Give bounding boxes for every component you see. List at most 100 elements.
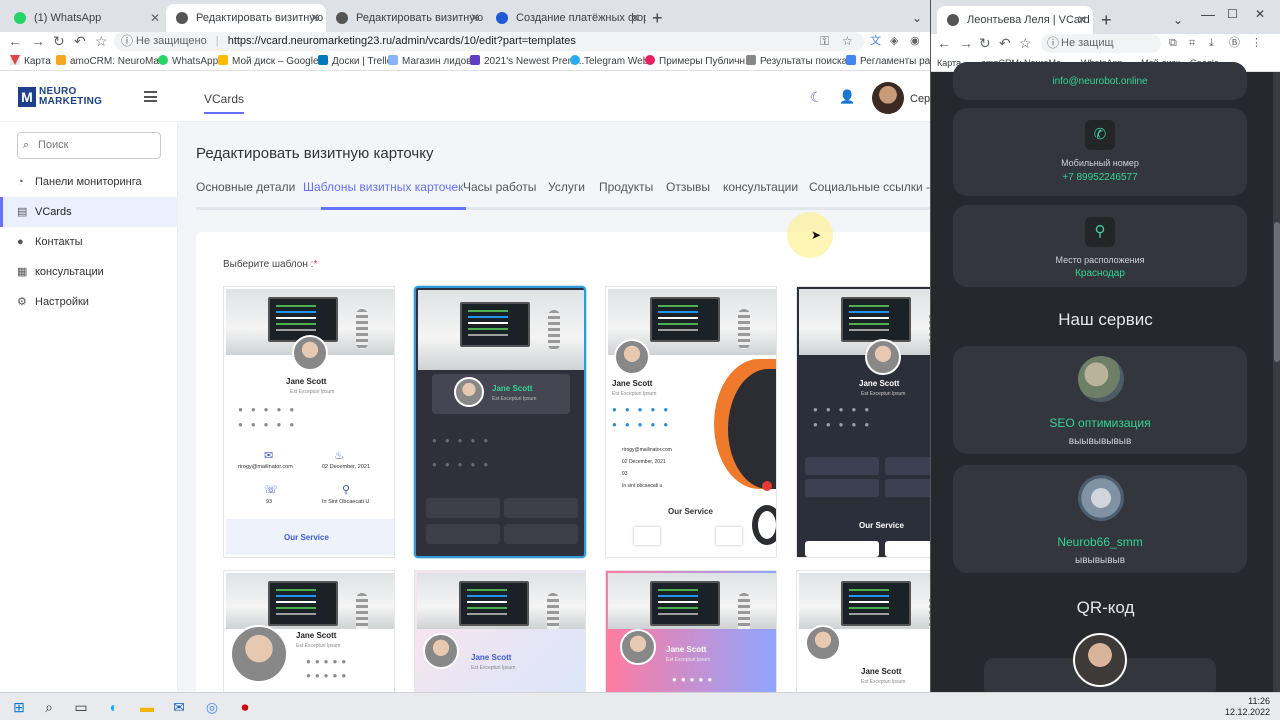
search-input[interactable]: ⌕ Поиск: [17, 132, 161, 159]
sidebar-item-settings[interactable]: ⚙ Настройки: [0, 287, 177, 317]
recorder-icon[interactable]: ⏺: [236, 698, 254, 716]
extensions-icon[interactable]: ⧉: [1169, 34, 1177, 52]
top-nav-vcards[interactable]: VCards: [204, 92, 245, 114]
bookmark-item[interactable]: WhatsApp: [158, 55, 218, 69]
bookmark-item[interactable]: Мой диск – Google...: [218, 55, 327, 69]
template-card-7[interactable]: Jane Scott Est Excepturi Ipsum ●●●●●: [605, 570, 777, 692]
close-icon[interactable]: ✕: [310, 4, 320, 32]
sidebar-item-vcards[interactable]: ▤ VCards: [0, 197, 177, 227]
location-value[interactable]: Краснодар: [953, 268, 1247, 279]
tab-hours[interactable]: Часы работы: [463, 180, 536, 194]
bookmark-item[interactable]: 2021's Newest Prem...: [470, 55, 584, 69]
template-card-6[interactable]: Jane Scott Est Excepturi Ipsum: [414, 570, 586, 692]
address-bar[interactable]: ⓘ Не защищ: [1041, 34, 1161, 53]
info-icon[interactable]: ⓘ: [1047, 34, 1059, 53]
user-check-icon[interactable]: 👤: [839, 89, 855, 105]
email-value[interactable]: info@neurobot.online: [953, 76, 1247, 87]
tab-reviews[interactable]: Отзывы: [666, 180, 710, 194]
file-explorer-icon[interactable]: ▬: [138, 698, 156, 716]
logo[interactable]: M NEURO MARKETING: [18, 87, 102, 109]
task-view-icon[interactable]: ▭: [72, 698, 90, 716]
translate-icon[interactable]: 文: [870, 32, 881, 50]
phone-value[interactable]: +7 89952246577: [953, 172, 1247, 183]
edge-icon[interactable]: ◐: [105, 698, 123, 716]
new-tab-button[interactable]: +: [1101, 6, 1112, 34]
tab-whatsapp[interactable]: (1) WhatsApp ✕: [4, 4, 166, 32]
tab-vcard-preview[interactable]: Леонтьева Леля | VCard Neuro ✕: [937, 6, 1093, 34]
bookmark-item[interactable]: Примеры Публичн...: [645, 55, 753, 69]
tab-yookassa[interactable]: Создание платёжных форм ЮК ✕: [486, 4, 646, 32]
service-card-2[interactable]: Neurob66_smm ывывывыв: [953, 465, 1247, 573]
address-bar[interactable]: ⓘ Не защищено | https://vcard.neuromarke…: [114, 32, 864, 51]
scrollbar[interactable]: [1273, 72, 1280, 692]
key-icon[interactable]: ⚿: [820, 32, 829, 51]
download-icon[interactable]: ⤓: [1209, 34, 1214, 52]
service-card-1[interactable]: SEO оптимизация выывывывыв: [953, 346, 1247, 454]
tab-templates[interactable]: Шаблоны визитных карточек: [303, 180, 463, 194]
extension-icon[interactable]: ◈: [890, 32, 898, 50]
tab-services[interactable]: Услуги: [548, 180, 585, 194]
forward-icon[interactable]: →: [31, 32, 45, 50]
template-card-5[interactable]: Jane Scott Est Excepturi Ipsum ●●●●● ●●●…: [223, 570, 395, 692]
close-icon[interactable]: ✕: [1077, 6, 1087, 34]
close-icon[interactable]: ✕: [470, 4, 480, 32]
reload-icon[interactable]: ↻: [979, 34, 991, 52]
menu-icon[interactable]: ⋮: [1251, 34, 1262, 52]
bookmark-item[interactable]: Регламенты работ: [846, 55, 930, 69]
tab-consultations[interactable]: консультации: [723, 180, 798, 194]
hamburger-menu-icon[interactable]: [144, 91, 157, 102]
undo-icon[interactable]: ↶: [999, 34, 1011, 52]
bookmark-item[interactable]: amoCRM: NeuroMa...: [56, 55, 167, 69]
template-card-3[interactable]: Jane Scott Est Excepturi Ipsum ●●●●● ●●●…: [605, 286, 777, 558]
new-tab-button[interactable]: +: [652, 4, 663, 32]
chevron-down-icon[interactable]: ⌄: [912, 4, 922, 32]
bookmark-item[interactable]: Доски | Trello: [318, 55, 392, 69]
reload-icon[interactable]: ↻: [53, 32, 65, 50]
calendar-icon: ▦: [17, 266, 28, 278]
undo-icon[interactable]: ↶: [74, 32, 86, 50]
forward-icon[interactable]: →: [959, 34, 973, 52]
avatar[interactable]: [872, 82, 904, 114]
info-icon[interactable]: ⓘ: [121, 32, 133, 51]
tab-basic-details[interactable]: Основные детали: [196, 180, 295, 194]
search-icon[interactable]: ⌕: [40, 698, 58, 716]
bookmark-item[interactable]: Результаты поиска...: [746, 55, 856, 69]
sidebar-item-consultations[interactable]: ▦ консультации: [0, 257, 177, 287]
bookmark-item[interactable]: Telegram Web: [570, 55, 648, 69]
template-card-1[interactable]: Jane Scott Est Excepturi Ipsum ●●●●● ●●●…: [223, 286, 395, 558]
scrollbar-thumb[interactable]: [1274, 222, 1280, 362]
chevron-down-icon[interactable]: ⌄: [1173, 6, 1183, 34]
sidebar-item-label: Настройки: [35, 296, 89, 308]
dark-mode-icon[interactable]: ☾: [810, 89, 823, 106]
template-card-2-selected[interactable]: Jane Scott Est Excepturi Ipsum ●●●●● ●●●…: [414, 286, 586, 558]
crop-icon[interactable]: ⌗: [1189, 34, 1195, 52]
back-icon[interactable]: ←: [8, 32, 22, 50]
user-name[interactable]: Сер: [910, 93, 930, 105]
sidebar-item-dashboard[interactable]: ◔ Панели мониторинга: [0, 167, 177, 197]
template-email: rirogy@mailinator.com: [622, 447, 672, 453]
tab-edit-vcard[interactable]: Редактировать визитную карто ✕: [326, 4, 486, 32]
tab-edit-vcard-active[interactable]: Редактировать визитную карто ✕: [166, 4, 326, 32]
maximize-icon[interactable]: ☐: [1227, 0, 1238, 28]
bookmark-item[interactable]: Карта: [10, 55, 51, 69]
close-window-icon[interactable]: ✕: [1255, 0, 1265, 28]
system-clock[interactable]: 11:26 12.12.2022: [1225, 696, 1270, 718]
tab-products[interactable]: Продукты: [599, 180, 653, 194]
back-icon[interactable]: ←: [937, 34, 951, 52]
profile-icon[interactable]: Ⓑ: [1229, 34, 1240, 52]
star-icon[interactable]: ☆: [95, 32, 108, 50]
bookmark-item[interactable]: Магазин лидов: [388, 55, 471, 69]
windows-start-icon[interactable]: ⊞: [10, 698, 28, 716]
tab-social-links[interactable]: Социальные ссылки - Б: [809, 180, 930, 194]
sidebar-item-contacts[interactable]: ● Контакты: [0, 227, 177, 257]
template-card-8[interactable]: Jane Scott Est Excepturi Ipsum ●●●●●: [796, 570, 930, 692]
star-icon[interactable]: ☆: [1019, 34, 1032, 52]
minimize-icon[interactable]: —: [1201, 0, 1215, 28]
extension-icon[interactable]: ◉: [910, 32, 920, 50]
bookmark-star-icon[interactable]: ☆: [842, 32, 853, 51]
close-icon[interactable]: ✕: [630, 4, 640, 32]
close-icon[interactable]: ✕: [150, 4, 160, 32]
mail-icon[interactable]: ✉: [170, 698, 188, 716]
chrome-icon[interactable]: ◎: [203, 698, 221, 716]
template-card-4[interactable]: Jane Scott Est Excepturi Ipsum ●●●●● ●●●…: [796, 286, 930, 558]
